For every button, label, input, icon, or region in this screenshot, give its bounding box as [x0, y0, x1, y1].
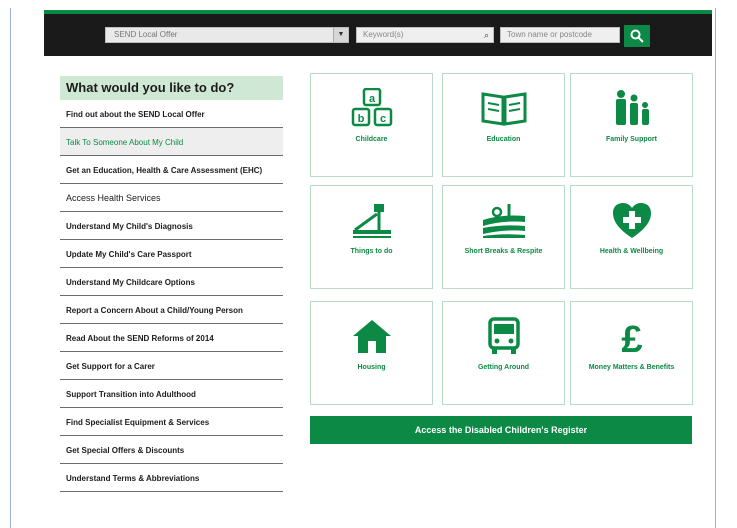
tile-health-wellbeing[interactable]: Health & Wellbeing [570, 185, 693, 289]
blocks-icon: a b c [311, 87, 432, 128]
tile-family-support[interactable]: Family Support [570, 73, 693, 177]
svg-text:a: a [368, 93, 375, 105]
nav-item[interactable]: Access Health Services [60, 184, 283, 212]
search-icon: ⌕ [483, 30, 489, 40]
playground-icon [311, 200, 432, 240]
tile-childcare[interactable]: a b c Childcare [310, 73, 433, 177]
nav-item[interactable]: Find out about the SEND Local Offer [60, 100, 283, 128]
heart-plus-icon [571, 200, 692, 240]
nav-item[interactable]: Understand Terms & Abbreviations [60, 464, 283, 492]
search-icon [630, 29, 644, 43]
dropdown-arrow-icon: ▼ [333, 28, 348, 42]
tile-money-matters[interactable]: £ Money Matters & Benefits [570, 301, 693, 405]
nav-item[interactable]: Get Special Offers & Discounts [60, 436, 283, 464]
tile-things-to-do[interactable]: Things to do [310, 185, 433, 289]
search-button[interactable] [624, 25, 650, 47]
keyword-input[interactable]: Keyword(s) ⌕ [356, 27, 494, 43]
nav-item[interactable]: Understand My Childcare Options [60, 268, 283, 296]
nav-item[interactable]: Understand My Child's Diagnosis [60, 212, 283, 240]
nav-item[interactable]: Read About the SEND Reforms of 2014 [60, 324, 283, 352]
nav-item[interactable]: Get an Education, Health & Care Assessme… [60, 156, 283, 184]
pound-icon: £ [571, 316, 692, 361]
bus-icon [443, 316, 564, 356]
disabled-childrens-register-button[interactable]: Access the Disabled Children's Register [310, 416, 692, 444]
nav-item[interactable]: Get Support for a Carer [60, 352, 283, 380]
family-icon [571, 88, 692, 128]
landscape-icon [443, 200, 564, 240]
tile-getting-around[interactable]: Getting Around [442, 301, 565, 405]
tile-short-breaks[interactable]: Short Breaks & Respite [442, 185, 565, 289]
book-icon [443, 88, 564, 128]
nav-item[interactable]: Find Specialist Equipment & Services [60, 408, 283, 436]
tile-housing[interactable]: Housing [310, 301, 433, 405]
nav-item[interactable]: Report a Concern About a Child/Young Per… [60, 296, 283, 324]
left-nav: What would you like to do? Find out abou… [60, 76, 283, 492]
tile-education[interactable]: Education [442, 73, 565, 177]
nav-item-active[interactable]: Talk To Someone About My Child [60, 128, 283, 156]
nav-item[interactable]: Update My Child's Care Passport [60, 240, 283, 268]
svg-text:c: c [379, 113, 385, 125]
offer-select[interactable]: SEND Local Offer ▼ [105, 27, 349, 43]
postcode-input[interactable]: Town name or postcode [500, 27, 620, 43]
svg-text:b: b [357, 113, 364, 125]
nav-heading: What would you like to do? [60, 76, 283, 100]
nav-item[interactable]: Support Transition into Adulthood [60, 380, 283, 408]
house-icon [311, 316, 432, 356]
svg-text:£: £ [621, 319, 642, 356]
